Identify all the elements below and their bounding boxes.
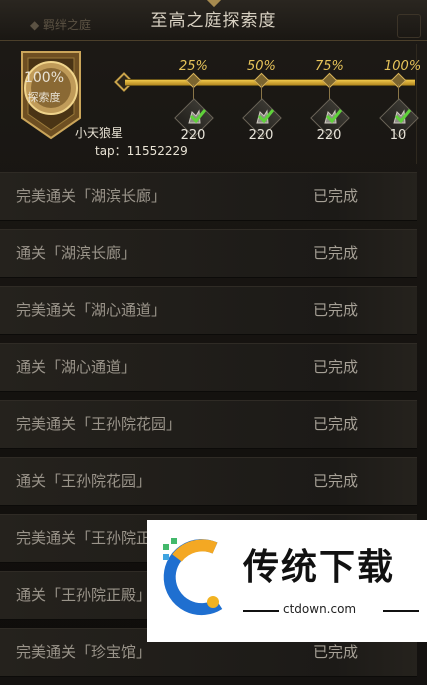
- milestone-count: 220: [316, 128, 342, 143]
- page-title: 至高之庭探索度: [150, 11, 277, 31]
- ad-rule-left: [243, 610, 279, 612]
- milestone-count: 220: [248, 128, 274, 143]
- task-status: 已完成: [313, 415, 359, 433]
- task-label: 完美通关「湖滨长廊」: [16, 187, 167, 205]
- task-label: 完美通关「湖心通道」: [16, 301, 167, 319]
- watermark-name: 小天狼星: [75, 126, 124, 140]
- watermark-tap: tap：11552229: [95, 144, 188, 158]
- task-label: 通关「王孙院花园」: [16, 472, 152, 490]
- task-label: 通关「王孙院正殿」: [16, 586, 152, 604]
- ad-banner[interactable]: 传统下载 ctdown.com: [147, 520, 427, 642]
- task-label: 完美通关「珍宝馆」: [16, 643, 152, 661]
- badge-percent: 100%: [23, 70, 65, 86]
- task-row: 完美通关「湖滨长廊」 已完成: [0, 172, 417, 221]
- milestone-count: 10: [389, 128, 407, 143]
- task-row: 完美通关「王孙院花园」 已完成: [0, 400, 417, 449]
- ad-url: ctdown.com: [283, 602, 357, 616]
- title-bar: ◆ 羁绊之庭 至高之庭探索度: [0, 0, 427, 41]
- ad-rule-right: [383, 610, 419, 612]
- task-row: 通关「湖心通道」 已完成: [0, 343, 417, 392]
- brand-logo-icon: [163, 538, 223, 616]
- check-icon: [257, 108, 275, 128]
- task-label: 通关「湖心通道」: [16, 358, 137, 376]
- task-status: 已完成: [313, 358, 359, 376]
- milestone-percent: 100%: [384, 59, 422, 74]
- task-label: 完美通关「王孙院花园」: [16, 415, 182, 433]
- task-row: 通关「湖滨长廊」 已完成: [0, 229, 417, 278]
- task-status: 已完成: [313, 472, 359, 490]
- check-icon: [189, 108, 207, 128]
- task-status: 已完成: [313, 244, 359, 262]
- task-label: 通关「湖滨长廊」: [16, 244, 137, 262]
- task-status: 已完成: [313, 643, 359, 661]
- progress-track: [125, 79, 415, 86]
- task-row: 通关「王孙院花园」 已完成: [0, 457, 417, 506]
- task-status: 已完成: [313, 301, 359, 319]
- check-icon: [325, 108, 343, 128]
- task-row: 完美通关「湖心通道」 已完成: [0, 286, 417, 335]
- badge-label: 探索度: [27, 91, 61, 104]
- task-status: 已完成: [313, 187, 359, 205]
- milestone-count: 220: [180, 128, 206, 143]
- check-icon: [394, 108, 412, 128]
- ad-brand: 传统下载: [243, 547, 396, 588]
